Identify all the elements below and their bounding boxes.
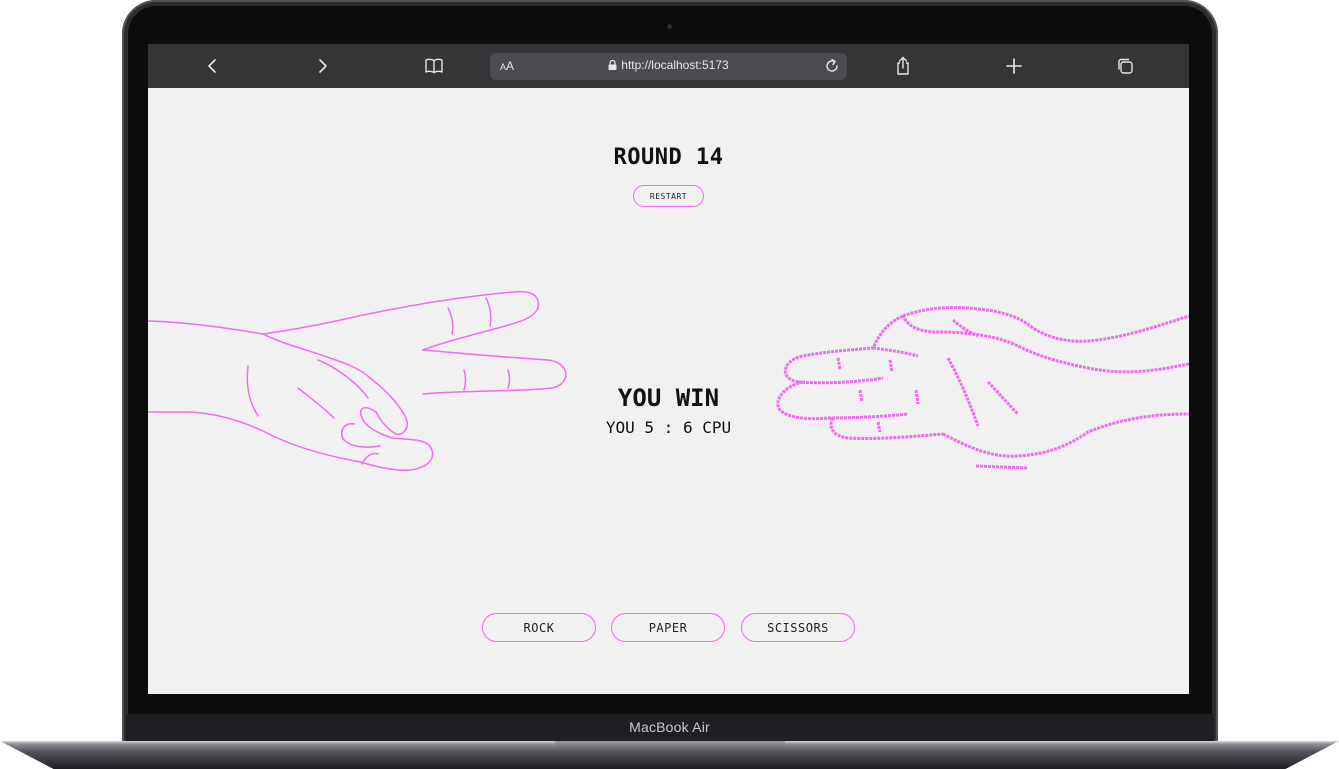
url-text: http://localhost:5173 <box>621 58 729 72</box>
url-display: http://localhost:5173 <box>490 58 847 72</box>
rock-button[interactable]: ROCK <box>482 613 596 642</box>
result-text: YOU WIN <box>617 384 720 412</box>
laptop-hinge-notch <box>555 741 785 751</box>
score-text: YOU 5 : 6 CPU <box>605 418 732 437</box>
scissors-button[interactable]: SCISSORS <box>741 613 855 642</box>
browser-toolbar: AA http://localhost:5173 <box>148 44 1189 88</box>
chevron-right-icon <box>319 59 327 73</box>
lock-icon <box>608 60 617 70</box>
cpu-paper-hand-icon <box>776 306 1189 470</box>
camera-icon <box>667 24 672 29</box>
reload-icon[interactable] <box>823 57 841 75</box>
share-icon <box>897 56 909 75</box>
chevron-left-icon <box>208 59 216 73</box>
bookmarks-button[interactable] <box>422 54 446 78</box>
back-button[interactable] <box>200 54 224 78</box>
paper-button[interactable]: PAPER <box>611 613 725 642</box>
new-tab-button[interactable] <box>1002 54 1026 78</box>
round-title: ROUND 14 <box>613 145 724 170</box>
tabs-overview-button[interactable] <box>1113 54 1137 78</box>
share-button[interactable] <box>891 54 915 78</box>
forward-button[interactable] <box>311 54 335 78</box>
restart-button[interactable]: RESTART <box>633 185 704 207</box>
address-bar[interactable]: AA http://localhost:5173 <box>490 53 847 80</box>
laptop-brand-label: MacBook Air <box>629 719 710 735</box>
plus-icon <box>1006 58 1022 74</box>
browser-window: AA http://localhost:5173 ROUND 14 RESTAR… <box>148 44 1189 694</box>
book-icon <box>425 58 443 74</box>
player-scissors-hand-icon <box>148 290 567 472</box>
game-page: ROUND 14 RESTART YOU WIN YOU 5 : 6 CPU R… <box>148 88 1189 694</box>
tabs-icon <box>1118 58 1133 74</box>
